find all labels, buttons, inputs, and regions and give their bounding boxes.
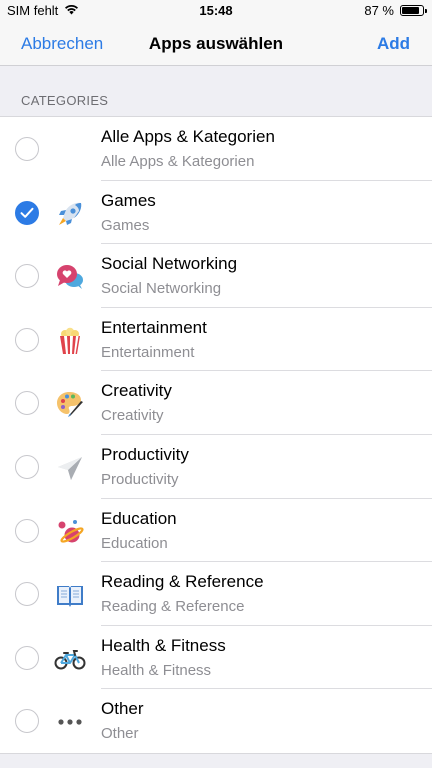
category-row-all[interactable]: Alle Apps & Kategorien Alle Apps & Kateg… bbox=[0, 117, 432, 181]
row-subtitle: Reading & Reference bbox=[101, 598, 245, 616]
palette-icon bbox=[54, 388, 86, 420]
battery-fill bbox=[402, 7, 420, 14]
row-title: Entertainment bbox=[101, 317, 207, 337]
row-subtitle: Creativity bbox=[101, 407, 164, 425]
paper-plane-icon bbox=[54, 452, 86, 484]
bicycle-icon bbox=[54, 643, 86, 675]
category-row-reading-reference[interactable]: Reading & Reference Reading & Reference bbox=[0, 562, 432, 626]
battery-icon bbox=[400, 5, 427, 16]
row-subtitle: Productivity bbox=[101, 470, 179, 488]
status-right: 87 % bbox=[364, 3, 427, 18]
radio-button[interactable] bbox=[15, 391, 39, 416]
radio-button[interactable] bbox=[15, 518, 39, 543]
row-title: Alle Apps & Kategorien bbox=[101, 127, 275, 146]
row-title: Other bbox=[101, 699, 144, 719]
row-subtitle: Games bbox=[101, 216, 150, 234]
section-header: CATEGORIES bbox=[21, 93, 109, 108]
planet-icon bbox=[54, 516, 86, 548]
row-subtitle: Education bbox=[101, 534, 168, 552]
radio-button[interactable] bbox=[15, 264, 39, 289]
category-row-education[interactable]: Education Education bbox=[0, 499, 432, 563]
book-icon bbox=[54, 579, 86, 611]
navigation-bar: Abbrechen Apps auswählen Add bbox=[0, 22, 432, 66]
row-subtitle: Other bbox=[101, 725, 139, 743]
chat-heart-icon bbox=[54, 261, 86, 293]
battery-percent: 87 % bbox=[364, 3, 394, 18]
category-row-social-networking[interactable]: Social Networking Social Networking bbox=[0, 244, 432, 308]
screen: SIM fehlt 15:48 87 % Abbrechen Apps ausw… bbox=[0, 0, 432, 768]
row-subtitle: Entertainment bbox=[101, 343, 195, 361]
radio-button[interactable] bbox=[15, 137, 39, 161]
row-title: Health & Fitness bbox=[101, 635, 226, 655]
category-row-health-fitness[interactable]: Health & Fitness Health & Fitness bbox=[0, 626, 432, 690]
category-row-productivity[interactable]: Productivity Productivity bbox=[0, 435, 432, 499]
row-subtitle: Health & Fitness bbox=[101, 661, 212, 679]
category-list: Alle Apps & Kategorien Alle Apps & Kateg… bbox=[0, 116, 432, 754]
row-subtitle: Alle Apps & Kategorien bbox=[101, 153, 255, 170]
radio-button[interactable] bbox=[15, 645, 39, 670]
row-title: Education bbox=[101, 508, 177, 528]
more-dots-icon bbox=[54, 706, 86, 738]
rocket-icon bbox=[54, 198, 86, 230]
checkmark-icon bbox=[20, 207, 34, 218]
row-title: Games bbox=[101, 190, 156, 210]
status-bar: SIM fehlt 15:48 87 % bbox=[0, 0, 432, 22]
category-row-other[interactable]: Other Other bbox=[0, 689, 432, 753]
row-title: Creativity bbox=[101, 381, 172, 401]
category-row-entertainment[interactable]: Entertainment Entertainment bbox=[0, 308, 432, 372]
radio-button[interactable] bbox=[15, 709, 39, 734]
row-title: Productivity bbox=[101, 444, 189, 464]
radio-button[interactable] bbox=[15, 454, 39, 479]
page-title: Apps auswählen bbox=[148, 34, 284, 53]
category-row-creativity[interactable]: Creativity Creativity bbox=[0, 371, 432, 435]
radio-button[interactable] bbox=[15, 582, 39, 607]
radio-button[interactable] bbox=[15, 327, 39, 352]
category-row-games[interactable]: Games Games bbox=[0, 181, 432, 245]
add-button[interactable]: Add bbox=[377, 34, 410, 54]
row-title: Social Networking bbox=[101, 254, 238, 274]
row-title: Reading & Reference bbox=[101, 572, 264, 592]
row-subtitle: Social Networking bbox=[101, 280, 222, 298]
popcorn-icon bbox=[54, 325, 86, 357]
radio-button-checked[interactable] bbox=[15, 200, 39, 225]
